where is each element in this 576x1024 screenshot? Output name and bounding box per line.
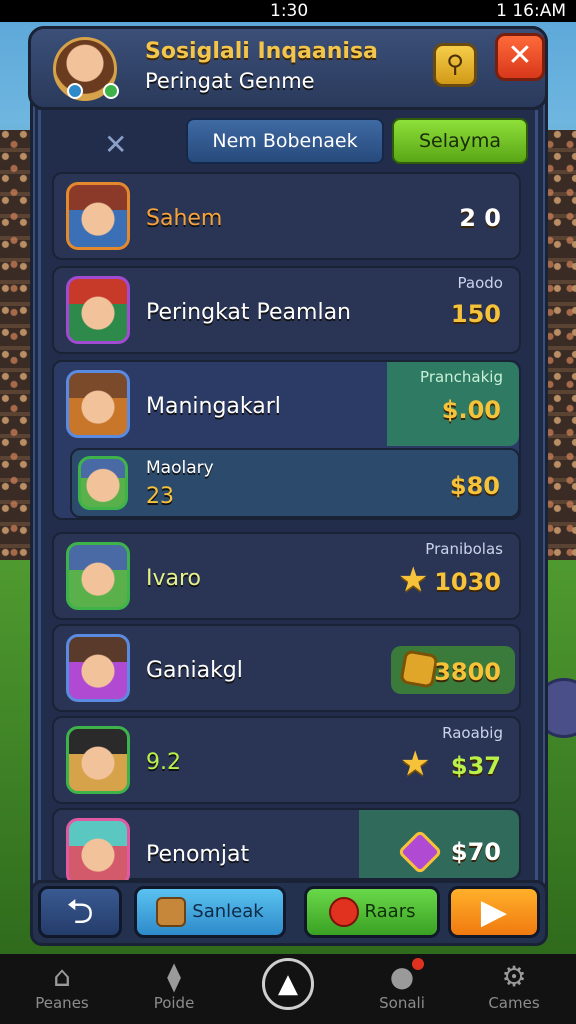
player-name: Sahem [146, 206, 223, 231]
player-avatar [66, 370, 130, 438]
gear-icon: ⚙ [501, 960, 527, 993]
player-score: 1030 [434, 568, 501, 596]
sub-row[interactable]: Maolary 23 $80 [70, 448, 520, 518]
player-avatar [66, 542, 130, 610]
play-icon: ▶ [480, 892, 508, 932]
player-avatar [66, 276, 130, 344]
leaderboard-row[interactable]: Ivaro Pranibolas ★ 1030 [52, 532, 521, 620]
player-score: 3800 [434, 658, 501, 686]
send-label: Sanleak [192, 901, 264, 922]
star-icon: ★ [400, 744, 431, 784]
panel-header: Sosiglali Inqaanisa Peringat Genme ⚲ ✕ [28, 26, 548, 110]
tab-friends[interactable]: Nem Bobenaek [186, 118, 384, 164]
player-score: $80 [449, 472, 500, 500]
house-icon: ⌂ [53, 960, 71, 993]
player-score: $37 [450, 752, 501, 780]
player-avatar [78, 456, 128, 510]
header-subtitle: Peringat Genme [145, 69, 315, 93]
status-clock: 1 16:AM [496, 1, 566, 21]
avatar-badge-icon [67, 83, 83, 99]
score-label: Pranibolas [425, 540, 503, 558]
player-name: Ivaro [146, 566, 202, 591]
score-label: Pranchakig [420, 368, 503, 386]
nav-label: Poide [153, 994, 195, 1012]
notification-dot [412, 958, 424, 970]
back-arrow-icon: ⮌ [66, 892, 94, 932]
player-name: 9.2 [146, 750, 181, 775]
rare-button[interactable]: Raars [304, 886, 440, 938]
leaderboard-row[interactable]: Penomjat $70 [52, 808, 521, 886]
player-avatar [66, 726, 130, 794]
back-button[interactable]: ⮌ [38, 886, 122, 938]
crate-icon [156, 897, 187, 927]
player-avatar [66, 818, 130, 886]
tab-global[interactable]: Selayma [392, 118, 528, 164]
coin-icon [399, 649, 439, 689]
close-button[interactable]: ✕ [495, 33, 545, 81]
game-screen: 1:30 1 16:AM Sosiglali Inqaanisa Peringa… [0, 0, 576, 1024]
play-button[interactable]: ▶ [448, 886, 540, 938]
leaderboard-row[interactable]: Sahem 2 0 [52, 172, 521, 260]
player-avatar [66, 182, 130, 250]
leaderboard-row[interactable]: 9.2 Raoabig ★ $37 [52, 716, 521, 804]
nav-item-social[interactable]: ● Sonali [352, 960, 452, 1012]
nav-item-games[interactable]: ⚙ Cames [464, 960, 564, 1012]
header-title: Sosiglali Inqaanisa [145, 39, 378, 64]
search-button[interactable]: ⚲ [433, 43, 477, 87]
nav-label: Cames [488, 994, 540, 1012]
player-score: $.00 [441, 396, 501, 424]
search-icon: ⚲ [446, 50, 464, 78]
player-avatar [66, 634, 130, 702]
nav-label: Peanes [35, 994, 89, 1012]
nav-label: Sonali [379, 994, 425, 1012]
balloon-icon [328, 897, 359, 927]
leaderboard-row[interactable]: Peringkat Peamlan Paodo 150 [52, 266, 521, 354]
score-label: Paodo [457, 274, 503, 292]
nav-item-guide[interactable]: ⧫ Poide [124, 960, 224, 1012]
link-icon: ⧫ [167, 960, 181, 993]
leaderboard-row-expanded[interactable]: Maningakarl Pranchakig $.00 Maolary 23 $… [52, 360, 521, 520]
sub-row-value: 23 [146, 484, 174, 509]
social-icon: ● [389, 960, 415, 993]
close-icon: ✕ [507, 38, 533, 73]
score-label: Raoabig [442, 724, 503, 742]
player-name: Penomjat [146, 842, 250, 867]
rare-label: Raars [364, 901, 416, 922]
leaderboard-row[interactable]: Ganiakgl 3800 [52, 624, 521, 712]
player-score: 2 0 [459, 204, 501, 232]
player-name: Ganiakgl [146, 658, 243, 683]
home-button[interactable]: ▲ [262, 958, 314, 1010]
player-name: Peringkat Peamlan [146, 300, 352, 325]
status-bar: 1:30 1 16:AM [0, 0, 576, 22]
avatar-badge-icon [103, 83, 119, 99]
player-score: 150 [450, 300, 501, 328]
sub-row-name: Maolary [146, 458, 214, 478]
nav-item-home[interactable]: ⌂ Peanes [12, 960, 112, 1012]
clear-filter-button[interactable]: ✕ [104, 128, 127, 161]
send-button[interactable]: Sanleak [134, 886, 286, 938]
star-icon: ★ [398, 560, 429, 600]
player-name: Maningakarl [146, 394, 281, 419]
thumb-icon: ▲ [278, 969, 298, 999]
player-score: $70 [450, 838, 501, 866]
status-time: 1:30 [270, 1, 309, 21]
